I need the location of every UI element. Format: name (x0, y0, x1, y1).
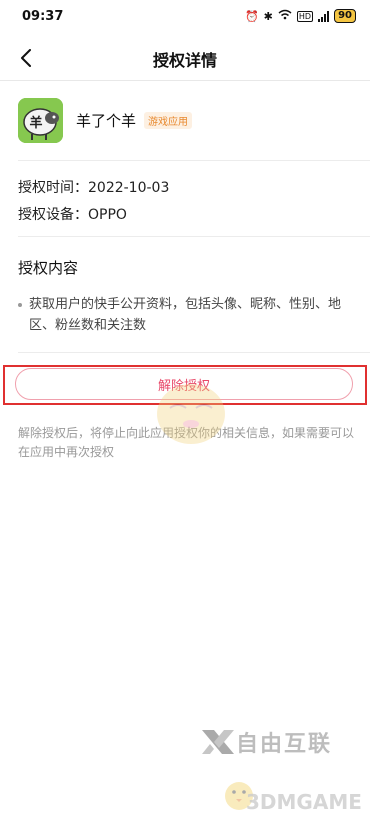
section-divider (18, 352, 370, 353)
auth-content-item: 获取用户的快手公开资料，包括头像、昵称、性别、地区、粉丝数和关注数 (18, 294, 358, 336)
app-name: 羊了个羊 (76, 111, 137, 130)
auth-device-label: 授权设备： (18, 207, 88, 223)
bluetooth-icon: ✱ (263, 9, 273, 23)
hd-badge: HD (296, 10, 314, 22)
section-divider (18, 160, 370, 161)
app-icon-glyph: 羊 (29, 115, 42, 131)
section-divider (18, 236, 370, 237)
auth-device-value: OPPO (88, 207, 127, 223)
signal-icon (318, 10, 330, 22)
site-watermark: 3DMGAME (246, 790, 362, 814)
revoke-authorization-button[interactable]: 解除授权 (15, 368, 353, 400)
revoke-note: 解除授权后，将停止向此应用授权你的相关信息，如果需要可以在应用中再次授权 (18, 426, 355, 459)
app-icon: 羊 (18, 97, 63, 143)
chick-watermark-icon (225, 782, 253, 810)
alarm-icon: ⏰ (244, 9, 259, 23)
auth-time-label: 授权时间： (18, 180, 88, 196)
status-bar: 09:37 ⏰ ✱ HD 90 (0, 0, 370, 34)
auth-content-text: 获取用户的快手公开资料，包括头像、昵称、性别、地区、粉丝数和关注数 (29, 297, 342, 333)
auth-content-title: 授权内容 (18, 259, 79, 277)
app-category-badge: 游戏应用 (144, 111, 193, 129)
app-info: 羊 羊了个羊 游戏应用 (18, 96, 193, 144)
brand-watermark-text: 自由互联 (236, 732, 333, 757)
status-icons: ⏰ ✱ HD 90 (245, 9, 356, 23)
bullet-icon (18, 303, 22, 307)
wifi-icon (278, 9, 292, 23)
x-logo-icon (202, 730, 234, 754)
nav-divider (0, 80, 370, 81)
auth-time-row: 授权时间：2022-10-03 (18, 177, 169, 197)
page-title: 授权详情 (152, 51, 217, 70)
brand-watermark: 自由互联 (200, 726, 332, 758)
status-time: 09:37 (22, 9, 64, 24)
nav-bar: 授权详情 (0, 38, 370, 78)
auth-device-row: 授权设备：OPPO (18, 204, 127, 224)
battery-indicator: 90 (334, 9, 356, 23)
auth-time-value: 2022-10-03 (88, 180, 170, 196)
